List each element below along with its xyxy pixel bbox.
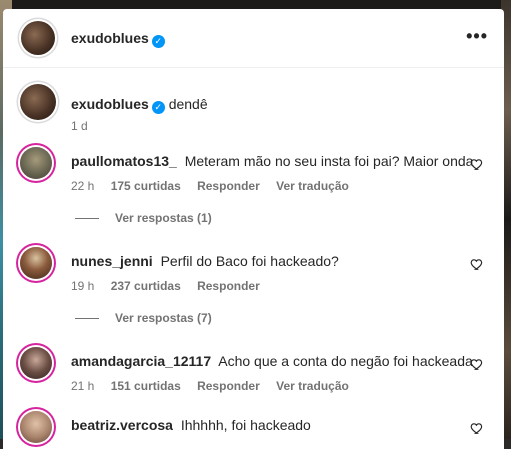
comment-meta: 21 h 151 curtidas Responder Ver tradução (71, 379, 362, 393)
commenter-avatar[interactable] (20, 411, 52, 443)
comment-likes[interactable]: 151 curtidas (111, 379, 181, 393)
comment-text: Perfil do Baco foi hackeado? (160, 253, 339, 269)
verified-badge-icon: ✓ (151, 101, 165, 114)
verified-badge-icon: ✓ (151, 35, 165, 48)
caption-author-avatar[interactable] (20, 84, 56, 120)
comment-text: Meteram mão no seu insta foi pai? Maior … (184, 153, 474, 169)
post-comments-panel: exudoblues ✓ ••• exudoblues ✓ dendê 1 d pa… (3, 9, 504, 449)
comment-text-line: nunes_jenni Perfil do Baco foi hackeado? (71, 253, 339, 269)
commenter-username[interactable]: amandagarcia_12117 (71, 353, 211, 369)
see-translation-button[interactable]: Ver tradução (276, 179, 349, 193)
post-header: exudoblues ✓ ••• (3, 9, 504, 68)
author-avatar[interactable] (21, 21, 55, 55)
comment-text-line: amandagarcia_12117 Acho que a conta do n… (71, 353, 473, 369)
heart-icon[interactable] (470, 357, 484, 371)
view-replies-button[interactable]: Ver respostas (7) (75, 311, 212, 325)
replies-divider (75, 318, 99, 320)
author-username[interactable]: exudoblues ✓ (71, 30, 165, 48)
reply-button[interactable]: Responder (197, 379, 260, 393)
caption-text: dendê (168, 96, 208, 112)
reply-button[interactable]: Responder (197, 179, 260, 193)
caption-author-username[interactable]: exudoblues ✓ (71, 96, 165, 114)
comment-meta: 19 h 237 curtidas Responder (71, 279, 273, 293)
comment-meta: 22 h 175 curtidas Responder Ver tradução (71, 179, 362, 193)
comment-timestamp[interactable]: 19 h (71, 279, 94, 293)
heart-icon[interactable] (470, 257, 484, 271)
comment-likes[interactable]: 175 curtidas (111, 179, 181, 193)
commenter-username[interactable]: nunes_jenni (71, 253, 153, 269)
view-replies-label: Ver respostas (7) (115, 311, 212, 325)
comment-likes[interactable]: 237 curtidas (111, 279, 181, 293)
caption-line: exudoblues ✓ dendê (71, 96, 208, 114)
commenter-username[interactable]: paullomatos13_ (71, 153, 177, 169)
see-translation-button[interactable]: Ver tradução (276, 379, 349, 393)
comment-timestamp[interactable]: 21 h (71, 379, 94, 393)
heart-icon[interactable] (470, 157, 484, 171)
comment-text-line: beatriz.vercosa Ihhhhh, foi hackeado (71, 417, 311, 433)
reply-button[interactable]: Responder (197, 279, 260, 293)
commenter-username[interactable]: beatriz.vercosa (71, 417, 173, 433)
comment-timestamp[interactable]: 22 h (71, 179, 94, 193)
replies-divider (75, 218, 99, 220)
comment-text: Ihhhhh, foi hackeado (180, 417, 311, 433)
more-options-icon[interactable]: ••• (466, 27, 488, 45)
view-replies-button[interactable]: Ver respostas (1) (75, 211, 212, 225)
view-replies-label: Ver respostas (1) (115, 211, 212, 225)
commenter-avatar[interactable] (20, 347, 52, 379)
comment-text-line: paullomatos13_ Meteram mão no seu insta … (71, 153, 473, 169)
caption-timestamp[interactable]: 1 d (71, 119, 88, 133)
comment-text: Acho que a conta do negão foi hackeada (218, 353, 473, 369)
commenter-avatar[interactable] (20, 247, 52, 279)
commenter-avatar[interactable] (20, 147, 52, 179)
heart-icon[interactable] (470, 421, 484, 435)
